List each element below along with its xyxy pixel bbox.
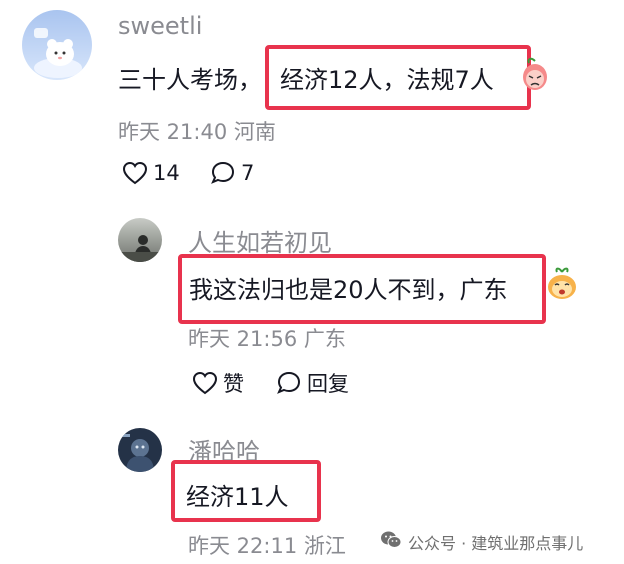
comment-bubble-icon: [210, 160, 236, 186]
location: 浙江: [303, 534, 346, 558]
like-label: 赞: [223, 372, 244, 396]
comment-text-highlight: 经济11人: [186, 483, 289, 511]
like-button[interactable]: 赞: [192, 368, 244, 398]
comment-text-highlight: 经济12人，法规7人: [280, 66, 494, 94]
like-button[interactable]: 14: [122, 158, 180, 188]
comment-text-highlight: 我这法归也是20人不到，广东: [189, 276, 508, 304]
like-count: 14: [153, 161, 180, 185]
comment-timestamp: 昨天 21:40 河南: [118, 116, 276, 146]
timestamp: 昨天 22:11: [188, 534, 298, 558]
comment-timestamp: 昨天 22:11 浙江: [188, 530, 346, 560]
watermark-text: 公众号 · 建筑业那点事儿: [408, 534, 584, 553]
timestamp: 昨天 21:40: [118, 120, 228, 144]
reply-count: 7: [241, 161, 255, 185]
heart-icon: [122, 161, 148, 185]
sad-face-emoji: [521, 57, 549, 91]
avatar[interactable]: [118, 428, 162, 472]
comment-bubble-icon: [276, 370, 302, 396]
comment-text-prefix: 三十人考场，: [118, 66, 262, 94]
wechat-icon: [380, 530, 402, 554]
location: 河南: [233, 120, 276, 144]
smiling-face-emoji: [546, 266, 578, 300]
avatar[interactable]: [22, 10, 92, 80]
watermark: 公众号 · 建筑业那点事儿: [380, 530, 583, 554]
location: 广东: [303, 327, 346, 351]
avatar[interactable]: [118, 218, 162, 262]
username[interactable]: 人生如若初见: [188, 223, 332, 258]
username[interactable]: sweetli: [118, 12, 202, 40]
heart-icon: [192, 371, 218, 395]
comment-timestamp: 昨天 21:56 广东: [188, 323, 346, 353]
reply-label: 回复: [307, 372, 349, 396]
reply-button[interactable]: 回复: [276, 368, 349, 398]
timestamp: 昨天 21:56: [188, 327, 298, 351]
reply-button[interactable]: 7: [210, 158, 254, 188]
